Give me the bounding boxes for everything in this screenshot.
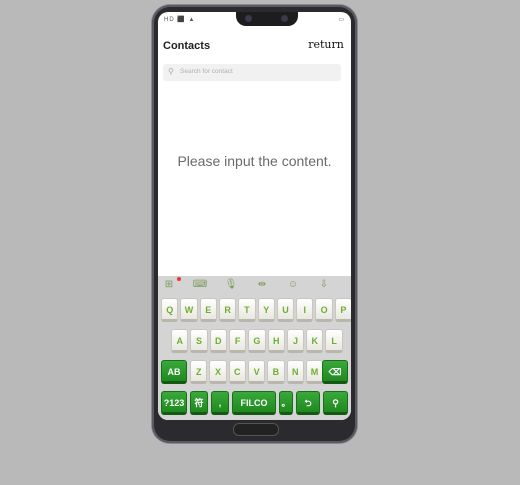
key-r[interactable]: R xyxy=(218,298,237,322)
key-v[interactable]: V xyxy=(247,360,266,384)
key-b[interactable]: B xyxy=(267,360,285,384)
key-j[interactable]: J xyxy=(286,329,305,353)
hide-keyboard-icon[interactable]: ⇩ xyxy=(316,279,332,293)
key-g[interactable]: G xyxy=(248,329,266,353)
key-i[interactable]: I xyxy=(296,298,314,322)
comma-key[interactable]: , xyxy=(211,391,229,415)
key-t[interactable]: T xyxy=(238,298,256,322)
key-x[interactable]: X xyxy=(209,360,227,384)
key-h[interactable]: H xyxy=(267,329,285,353)
key-c[interactable]: C xyxy=(228,360,246,384)
key-n[interactable]: N xyxy=(286,360,304,384)
search-icon: ⚲ xyxy=(168,67,174,76)
key-o[interactable]: O xyxy=(315,298,333,322)
key-u[interactable]: U xyxy=(276,298,295,322)
symbols-key[interactable]: 符 xyxy=(190,391,208,415)
camera-icon xyxy=(281,15,288,22)
key-k[interactable]: K xyxy=(306,329,324,353)
home-button[interactable] xyxy=(233,423,279,436)
backspace-key[interactable]: ⌫ xyxy=(322,360,348,384)
screen: HD ⬛ ▲ ▭ Contacts return ⚲ Search for co… xyxy=(158,12,351,420)
battery-icon: ▭ xyxy=(338,17,344,23)
key-s[interactable]: S xyxy=(190,329,208,353)
mic-icon[interactable]: 🎙 xyxy=(223,279,239,293)
search-placeholder: Search for contact xyxy=(180,68,233,75)
key-f[interactable]: F xyxy=(228,329,247,353)
notch xyxy=(236,12,298,26)
keyboard: ⊞ ⌨ 🎙 ⇹ ☺ ⇩ Q W E R T Y U I O P A S D F G H J K L AB Z X C V B N M ⌫ ?123… xyxy=(158,276,351,420)
apps-icon[interactable]: ⊞ xyxy=(161,279,177,293)
period-key[interactable]: 。 xyxy=(279,391,293,415)
emoji-icon[interactable]: ☺ xyxy=(285,279,301,293)
key-y[interactable]: Y xyxy=(257,298,275,322)
page-title: Contacts xyxy=(163,40,211,52)
keyboard-toolbar: ⊞ ⌨ 🎙 ⇹ ☺ ⇩ xyxy=(158,276,351,296)
enter-key[interactable]: ⮌ xyxy=(296,391,320,415)
key-p[interactable]: P xyxy=(334,298,351,322)
camera-icon xyxy=(245,15,252,22)
key-z[interactable]: Z xyxy=(190,360,208,384)
status-left: HD ⬛ ▲ xyxy=(164,17,196,23)
cursor-move-icon[interactable]: ⇹ xyxy=(254,279,270,293)
key-q[interactable]: Q xyxy=(161,298,179,322)
keyboard-icon[interactable]: ⌨ xyxy=(192,279,208,293)
space-key[interactable]: FILCO xyxy=(232,391,276,415)
key-e[interactable]: E xyxy=(199,298,217,322)
key-a[interactable]: A xyxy=(171,329,189,353)
return-button[interactable]: return xyxy=(301,36,351,54)
shift-key[interactable]: AB xyxy=(161,360,187,384)
content-placeholder[interactable]: Please input the content. xyxy=(158,153,351,169)
numbers-key[interactable]: ?123 xyxy=(161,391,187,415)
key-w[interactable]: W xyxy=(180,298,198,322)
search-input[interactable]: ⚲ Search for contact xyxy=(163,64,341,81)
key-m[interactable]: M xyxy=(305,360,324,384)
notification-dot xyxy=(177,277,181,281)
key-l[interactable]: L xyxy=(325,329,343,353)
key-d[interactable]: D xyxy=(209,329,227,353)
phone-frame: HD ⬛ ▲ ▭ Contacts return ⚲ Search for co… xyxy=(152,5,357,443)
search-key[interactable]: ⚲ xyxy=(323,391,348,415)
